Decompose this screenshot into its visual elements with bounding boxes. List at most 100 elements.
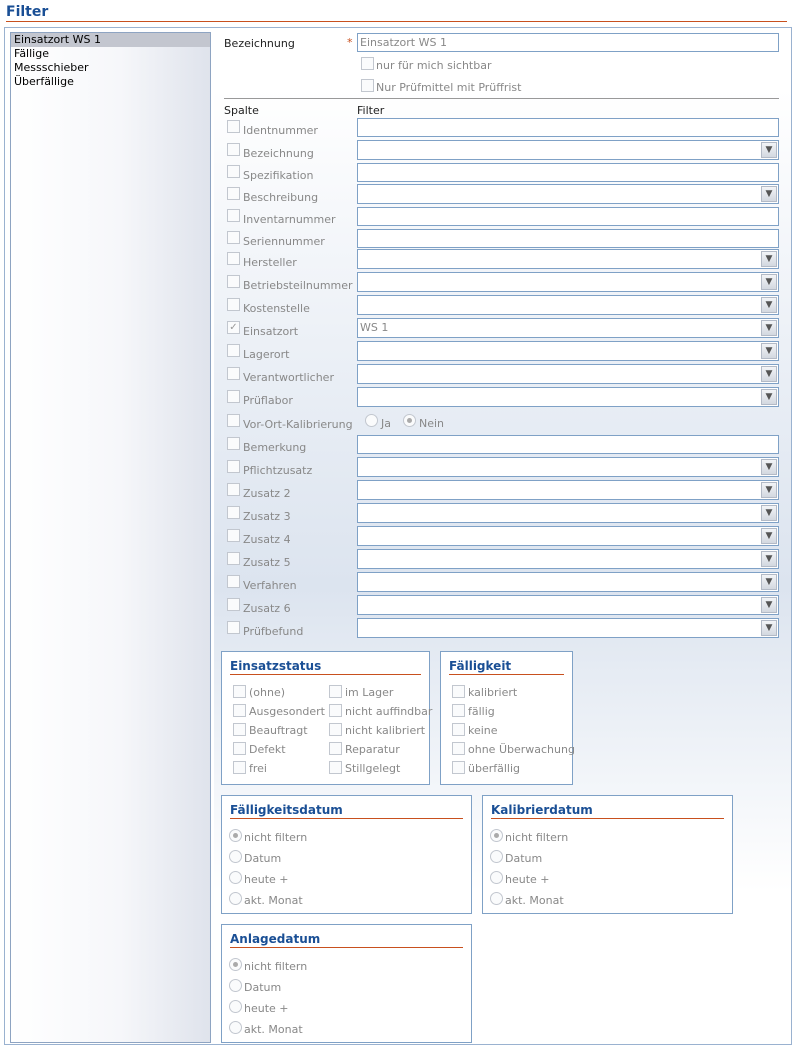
inventarnummer-checkbox[interactable] (227, 209, 240, 222)
faelligkeit-kalibriert-checkbox[interactable] (452, 685, 465, 698)
pruefbefund-checkbox[interactable] (227, 621, 240, 634)
zusatz-3-filter-select[interactable]: ▼ (357, 503, 779, 523)
anlagedatum-nicht-filtern-radio[interactable] (229, 958, 242, 971)
betriebsteilnummer-checkbox[interactable] (227, 275, 240, 288)
faelligkeitsdatum-heute-radio[interactable] (229, 871, 242, 884)
kostenstelle-filter-select[interactable]: ▼ (357, 295, 779, 315)
verantwortlicher-filter-select[interactable]: ▼ (357, 364, 779, 384)
chevron-down-icon[interactable]: ▼ (761, 620, 777, 636)
einsatzstatus-im-lager-checkbox[interactable] (329, 685, 342, 698)
chevron-down-icon[interactable]: ▼ (761, 551, 777, 567)
einsatzstatus-beauftragt-checkbox[interactable] (233, 723, 246, 736)
faelligkeitsdatum-akt-monat-radio[interactable] (229, 892, 242, 905)
filter-list-item[interactable]: Fällige (11, 47, 210, 61)
einsatzstatus-ausgesondert-checkbox[interactable] (233, 704, 246, 717)
bezeichnung-filter-select[interactable]: ▼ (357, 140, 779, 160)
verantwortlicher-checkbox[interactable] (227, 367, 240, 380)
bemerkung-filter-input[interactable] (357, 435, 779, 454)
bemerkung-checkbox[interactable] (227, 437, 240, 450)
seriennummer-checkbox[interactable] (227, 231, 240, 244)
chevron-down-icon[interactable]: ▼ (761, 482, 777, 498)
einsatzort-checkbox[interactable]: ✓ (227, 321, 240, 334)
zusatz-6-checkbox[interactable] (227, 598, 240, 611)
chevron-down-icon[interactable]: ▼ (761, 597, 777, 613)
verfahren-filter-select[interactable]: ▼ (357, 572, 779, 592)
zusatz-4-filter-select[interactable]: ▼ (357, 526, 779, 546)
chevron-down-icon[interactable]: ▼ (761, 274, 777, 290)
zusatz-2-checkbox[interactable] (227, 483, 240, 496)
faelligkeit-ohne-ueberwachung-checkbox[interactable] (452, 742, 465, 755)
filter-list-item[interactable]: Überfällige (11, 75, 210, 89)
seriennummer-filter-input[interactable] (357, 229, 779, 248)
einsatzstatus-nicht-kalibriert-checkbox[interactable] (329, 723, 342, 736)
kalibrierdatum-datum-radio[interactable] (490, 850, 503, 863)
filter-list-item[interactable]: Messschieber (11, 61, 210, 75)
zusatz-3-checkbox[interactable] (227, 506, 240, 519)
header-divider (224, 98, 779, 99)
prueflabor-filter-select[interactable]: ▼ (357, 387, 779, 407)
chevron-down-icon[interactable]: ▼ (761, 186, 777, 202)
chevron-down-icon[interactable]: ▼ (761, 528, 777, 544)
kalibrierdatum-akt-monat-radio[interactable] (490, 892, 503, 905)
chevron-down-icon[interactable]: ▼ (761, 142, 777, 158)
einsatzort-filter-select[interactable]: WS 1 ▼ (357, 318, 779, 338)
pruefrist-checkbox[interactable] (361, 79, 374, 92)
chevron-down-icon[interactable]: ▼ (761, 505, 777, 521)
spezifikation-checkbox[interactable] (227, 165, 240, 178)
faelligkeit-keine-checkbox[interactable] (452, 723, 465, 736)
chevron-down-icon[interactable]: ▼ (761, 459, 777, 475)
pruefbefund-filter-select[interactable]: ▼ (357, 618, 779, 638)
einsatzstatus-reparatur-checkbox[interactable] (329, 742, 342, 755)
bezeichnung-input[interactable]: Einsatzort WS 1 (357, 33, 779, 52)
chevron-down-icon[interactable]: ▼ (761, 389, 777, 405)
betriebsteilnummer-filter-select[interactable]: ▼ (357, 272, 779, 292)
zusatz-5-filter-select[interactable]: ▼ (357, 549, 779, 569)
vor-ort-ja-radio[interactable] (365, 414, 378, 427)
chevron-down-icon[interactable]: ▼ (761, 366, 777, 382)
lagerort-filter-select[interactable]: ▼ (357, 341, 779, 361)
kalibrierdatum-nicht-filtern-label: nicht filtern (505, 831, 569, 844)
zusatz-6-filter-select[interactable]: ▼ (357, 595, 779, 615)
kalibrierdatum-heute-radio[interactable] (490, 871, 503, 884)
hersteller-filter-select[interactable]: ▼ (357, 249, 779, 269)
einsatzstatus-nicht-auffindbar-checkbox[interactable] (329, 704, 342, 717)
anlagedatum-heute-radio[interactable] (229, 1000, 242, 1013)
faelligkeit-faellig-checkbox[interactable] (452, 704, 465, 717)
faelligkeitsdatum-nicht-filtern-radio[interactable] (229, 829, 242, 842)
bezeichnung-checkbox[interactable] (227, 143, 240, 156)
faelligkeit-ueberfaellig-checkbox[interactable] (452, 761, 465, 774)
spezifikation-filter-input[interactable] (357, 163, 779, 182)
zusatz-5-checkbox[interactable] (227, 552, 240, 565)
private-checkbox[interactable] (361, 57, 374, 70)
pflichtzusatz-filter-select[interactable]: ▼ (357, 457, 779, 477)
chevron-down-icon[interactable]: ▼ (761, 251, 777, 267)
lagerort-checkbox[interactable] (227, 344, 240, 357)
beschreibung-filter-select[interactable]: ▼ (357, 184, 779, 204)
einsatzstatus-frei-checkbox[interactable] (233, 761, 246, 774)
pflichtzusatz-checkbox[interactable] (227, 460, 240, 473)
einsatzstatus-defekt-checkbox[interactable] (233, 742, 246, 755)
identnummer-filter-input[interactable] (357, 118, 779, 137)
identnummer-checkbox[interactable] (227, 120, 240, 133)
hersteller-checkbox[interactable] (227, 252, 240, 265)
beschreibung-checkbox[interactable] (227, 187, 240, 200)
faelligkeitsdatum-datum-radio[interactable] (229, 850, 242, 863)
chevron-down-icon[interactable]: ▼ (761, 343, 777, 359)
anlagedatum-datum-radio[interactable] (229, 979, 242, 992)
zusatz-2-filter-select[interactable]: ▼ (357, 480, 779, 500)
prueflabor-checkbox[interactable] (227, 390, 240, 403)
chevron-down-icon[interactable]: ▼ (761, 320, 777, 336)
anlagedatum-akt-monat-radio[interactable] (229, 1021, 242, 1034)
einsatzstatus-stillgelegt-checkbox[interactable] (329, 761, 342, 774)
kalibrierdatum-nicht-filtern-radio[interactable] (490, 829, 503, 842)
inventarnummer-filter-input[interactable] (357, 207, 779, 226)
zusatz-4-checkbox[interactable] (227, 529, 240, 542)
einsatzstatus-ohne-checkbox[interactable] (233, 685, 246, 698)
filter-list-item[interactable]: Einsatzort WS 1 (11, 33, 210, 47)
vor-ort-nein-radio[interactable] (403, 414, 416, 427)
chevron-down-icon[interactable]: ▼ (761, 574, 777, 590)
vor-ort-kalibrierung-checkbox[interactable] (227, 414, 240, 427)
kostenstelle-checkbox[interactable] (227, 298, 240, 311)
chevron-down-icon[interactable]: ▼ (761, 297, 777, 313)
verfahren-checkbox[interactable] (227, 575, 240, 588)
